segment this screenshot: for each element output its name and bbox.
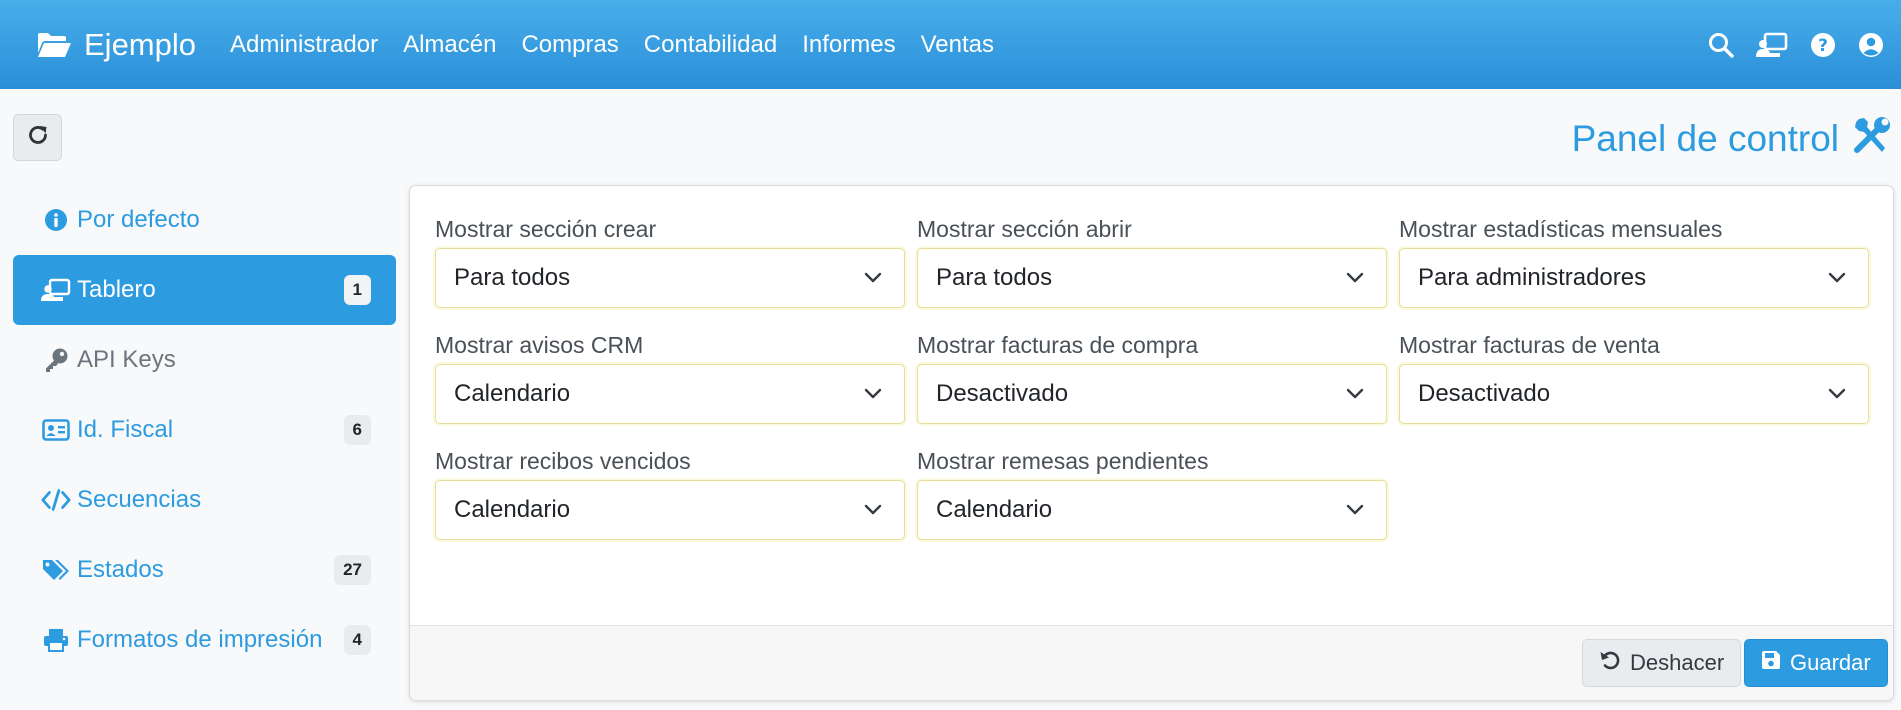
count-badge: 27: [334, 555, 371, 585]
chevron-down-icon: [1828, 388, 1846, 400]
page-title: Panel de control: [1571, 118, 1839, 159]
dashboard-icon[interactable]: [1756, 32, 1788, 58]
refresh-button[interactable]: [13, 114, 62, 161]
menu-informes[interactable]: Informes: [802, 31, 895, 59]
field-remesas-pendientes: Mostrar remesas pendientes Calendario: [917, 448, 1387, 540]
select-value: Calendario: [936, 496, 1053, 523]
menu-administrador[interactable]: Administrador: [230, 31, 378, 59]
field-label: Mostrar estadísticas mensuales: [1399, 216, 1723, 242]
settings-form: Mostrar sección crear Para todos Mostrar…: [435, 216, 1869, 540]
chevron-down-icon: [1828, 272, 1846, 284]
save-label: Guardar: [1790, 650, 1871, 675]
brand-link[interactable]: Ejemplo: [36, 0, 196, 89]
menu-compras[interactable]: Compras: [521, 31, 618, 59]
select-estadisticas-mensuales[interactable]: Para administradores: [1399, 248, 1869, 308]
help-icon[interactable]: ?: [1810, 32, 1836, 58]
select-value: Para todos: [936, 264, 1053, 291]
user-icon[interactable]: [1858, 32, 1884, 58]
sidebar-item-por-defecto[interactable]: Por defecto: [13, 185, 396, 255]
count-badge: 1: [343, 275, 371, 305]
save-icon: [1761, 650, 1781, 676]
select-value: Para administradores: [1418, 264, 1647, 291]
sidebar-item-id-fiscal[interactable]: Id. Fiscal 6: [13, 395, 396, 465]
field-seccion-crear: Mostrar sección crear Para todos: [435, 216, 905, 308]
select-value: Desactivado: [936, 380, 1069, 407]
code-icon: [41, 488, 71, 512]
field-recibos-vencidos: Mostrar recibos vencidos Calendario: [435, 448, 905, 540]
sidebar: Por defecto Tablero 1 API Keys Id. Fisca…: [13, 185, 396, 675]
page-title-container: Panel de control: [1572, 113, 1893, 165]
field-label: Mostrar sección abrir: [917, 216, 1132, 242]
tools-icon: [1851, 114, 1893, 165]
top-navbar: Ejemplo Administrador Almacén Compras Co…: [0, 0, 1901, 89]
field-label: Mostrar avisos CRM: [435, 332, 644, 358]
select-seccion-abrir[interactable]: Para todos: [917, 248, 1387, 308]
chevron-down-icon: [1346, 388, 1364, 400]
select-seccion-crear[interactable]: Para todos: [435, 248, 905, 308]
field-label: Mostrar recibos vencidos: [435, 448, 691, 474]
settings-card: Mostrar sección crear Para todos Mostrar…: [409, 185, 1894, 701]
undo-button[interactable]: Deshacer: [1582, 639, 1742, 687]
select-value: Para todos: [454, 264, 571, 291]
key-icon: [41, 347, 71, 373]
svg-text:?: ?: [1818, 36, 1828, 56]
card-footer: Deshacer Guardar: [410, 625, 1893, 700]
field-avisos-crm: Mostrar avisos CRM Calendario: [435, 332, 905, 424]
main-menu: Administrador Almacén Compras Contabilid…: [230, 0, 1019, 89]
sidebar-item-label: Secuencias: [77, 486, 202, 513]
undo-icon: [1599, 649, 1621, 677]
sidebar-item-tablero[interactable]: Tablero 1: [13, 255, 396, 325]
field-label: Mostrar sección crear: [435, 216, 657, 242]
select-remesas-pendientes[interactable]: Calendario: [917, 480, 1387, 540]
sidebar-item-api-keys[interactable]: API Keys: [13, 325, 396, 395]
sidebar-item-secuencias[interactable]: Secuencias: [13, 465, 396, 535]
folder-open-icon: [36, 31, 72, 59]
chevron-down-icon: [1346, 504, 1364, 516]
select-facturas-compra[interactable]: Desactivado: [917, 364, 1387, 424]
field-seccion-abrir: Mostrar sección abrir Para todos: [917, 216, 1387, 308]
info-icon: [41, 208, 71, 232]
refresh-icon: [27, 124, 49, 151]
search-icon[interactable]: [1708, 32, 1734, 58]
select-recibos-vencidos[interactable]: Calendario: [435, 480, 905, 540]
select-value: Calendario: [454, 496, 571, 523]
field-label: Mostrar facturas de venta: [1399, 332, 1660, 358]
count-badge: 6: [343, 415, 371, 445]
sidebar-item-label: API Keys: [77, 346, 176, 373]
chevron-down-icon: [1346, 272, 1364, 284]
dashboard-icon: [41, 278, 71, 302]
field-facturas-venta: Mostrar facturas de venta Desactivado: [1399, 332, 1869, 424]
sidebar-item-formatos-impresion[interactable]: Formatos de impresión 4: [13, 605, 396, 675]
sidebar-item-label: Estados: [77, 556, 164, 583]
print-icon: [41, 628, 71, 652]
navbar-actions: ?: [1708, 0, 1884, 89]
field-label: Mostrar facturas de compra: [917, 332, 1199, 358]
chevron-down-icon: [864, 388, 882, 400]
select-value: Calendario: [454, 380, 571, 407]
select-value: Desactivado: [1418, 380, 1551, 407]
tags-icon: [41, 558, 71, 582]
menu-almacen[interactable]: Almacén: [403, 31, 496, 59]
field-label: Mostrar remesas pendientes: [917, 448, 1209, 474]
menu-contabilidad[interactable]: Contabilidad: [644, 31, 777, 59]
chevron-down-icon: [864, 504, 882, 516]
menu-ventas[interactable]: Ventas: [921, 31, 994, 59]
sidebar-item-label: Tablero: [77, 276, 156, 303]
sidebar-item-estados[interactable]: Estados 27: [13, 535, 396, 605]
sidebar-item-label: Formatos de impresión: [77, 626, 323, 653]
count-badge: 4: [343, 625, 371, 655]
field-facturas-compra: Mostrar facturas de compra Desactivado: [917, 332, 1387, 424]
undo-label: Deshacer: [1630, 650, 1725, 675]
select-facturas-venta[interactable]: Desactivado: [1399, 364, 1869, 424]
brand-name: Ejemplo: [84, 26, 196, 62]
field-estadisticas-mensuales: Mostrar estadísticas mensuales Para admi…: [1399, 216, 1869, 308]
sidebar-item-label: Por defecto: [77, 206, 200, 233]
id-card-icon: [41, 419, 71, 441]
select-avisos-crm[interactable]: Calendario: [435, 364, 905, 424]
sidebar-item-label: Id. Fiscal: [77, 416, 174, 443]
save-button[interactable]: Guardar: [1744, 639, 1888, 687]
chevron-down-icon: [864, 272, 882, 284]
